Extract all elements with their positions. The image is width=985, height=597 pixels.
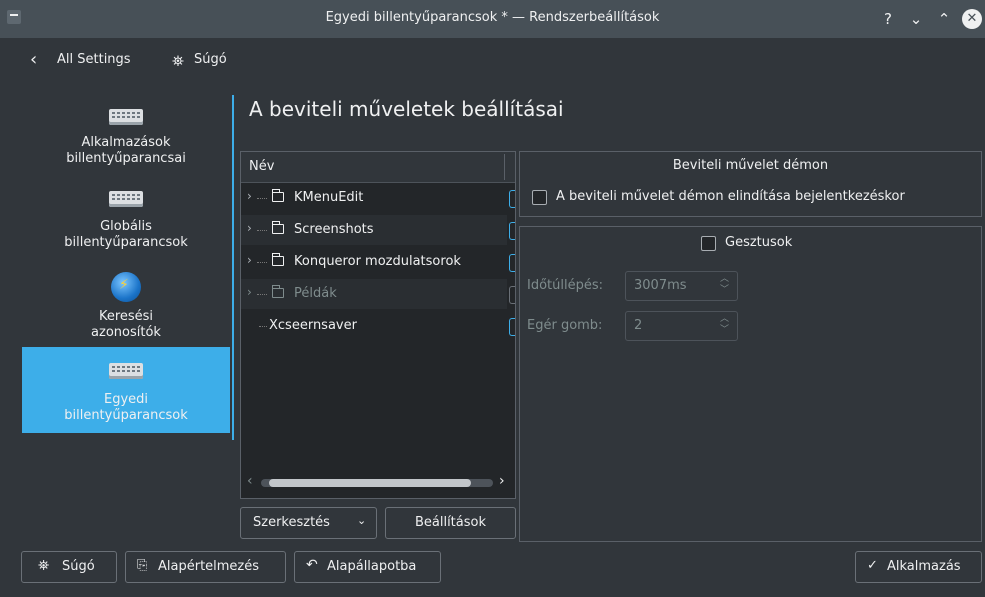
tree-row[interactable]: › KMenuEdit	[241, 183, 507, 213]
sidebar-item-app-shortcuts[interactable]: Alkalmazások billentyűparancsai	[22, 97, 230, 181]
spin-arrows-icon[interactable]: ︿ ﹀	[720, 274, 729, 296]
keyboard-icon	[109, 191, 143, 207]
scroll-right-icon[interactable]: ›	[499, 473, 505, 489]
gestures-group: Gesztusok Időtúllépés: 3007ms ︿ ﹀ Egér go…	[519, 226, 982, 542]
back-label: All Settings	[57, 52, 131, 67]
autostart-label[interactable]: A beviteli művelet démon elindítása beje…	[556, 189, 905, 204]
help-icon[interactable]: ?	[878, 9, 898, 29]
edit-button-label: Szerkesztés	[253, 515, 330, 530]
timeout-spinbox[interactable]: 3007ms ︿ ﹀	[625, 271, 738, 301]
tree-row-label: Példák	[294, 286, 337, 301]
spin-arrows-icon[interactable]: ︿ ﹀	[720, 314, 729, 336]
tree-row-label: KMenuEdit	[294, 190, 364, 205]
close-icon[interactable]: ✕	[962, 9, 982, 29]
sidebar-item-custom-shortcuts[interactable]: Egyedi billentyűparancsok	[22, 347, 230, 433]
row-checkbox[interactable]	[509, 254, 515, 272]
row-checkbox[interactable]	[509, 318, 515, 336]
keyboard-icon	[109, 109, 143, 125]
tree-connector	[257, 294, 267, 295]
settings-button-label: Beállítások	[414, 515, 487, 530]
defaults-button[interactable]: ⎘ Alapértelmezés	[125, 551, 286, 583]
globe-icon	[111, 272, 141, 302]
footer-help-button[interactable]: ⛯ Súgó	[21, 551, 117, 583]
folder-icon	[271, 253, 284, 266]
autostart-checkbox[interactable]	[532, 190, 547, 205]
sidebar-item-global-shortcuts[interactable]: Globális billentyűparancsok	[22, 181, 230, 265]
group-title: Beviteli művelet démon	[672, 158, 829, 173]
undo-icon: ↶	[306, 557, 318, 573]
folder-icon	[271, 285, 284, 298]
chevron-left-icon: ‹	[30, 49, 38, 70]
tree-connector	[257, 262, 267, 263]
minimize-icon[interactable]: ⌄	[906, 9, 926, 29]
timeout-value: 3007ms	[634, 278, 687, 293]
maximize-icon[interactable]: ⌃	[934, 9, 954, 29]
chevron-right-icon[interactable]: ›	[247, 189, 252, 203]
scrollbar-thumb[interactable]	[269, 479, 471, 487]
keyboard-icon	[109, 363, 143, 379]
reset-button[interactable]: ↶ Alapállapotba	[294, 551, 441, 583]
help-button[interactable]: ⛯ Súgó	[172, 50, 242, 72]
folder-icon	[271, 221, 284, 234]
row-checkbox[interactable]	[509, 190, 515, 208]
lifebuoy-icon: ⛯	[38, 558, 50, 574]
chevron-down-icon: ⌄	[357, 514, 367, 527]
title-bar: Egyedi billentyűparancsok * — Rendszerbe…	[0, 0, 985, 38]
tree-connector	[257, 230, 267, 231]
sidebar-item-label: Keresési azonosítók	[91, 309, 161, 340]
row-checkbox[interactable]	[509, 222, 515, 240]
mouse-button-label: Egér gomb:	[527, 318, 603, 333]
apply-label: Alkalmazás	[887, 559, 961, 574]
actions-tree[interactable]: Név › KMenuEdit › Screenshots › Konquero…	[240, 151, 516, 499]
tree-row[interactable]: › Konqueror mozdulatsorok	[241, 247, 507, 277]
scroll-left-icon[interactable]: ‹	[247, 473, 253, 489]
sidebar-divider	[232, 95, 234, 440]
defaults-label: Alapértelmezés	[158, 559, 260, 574]
page-title: A beviteli műveletek beállításai	[249, 97, 564, 121]
tree-row-label: Konqueror mozdulatsorok	[294, 254, 461, 269]
folder-icon	[271, 189, 284, 202]
tree-connector	[259, 326, 267, 327]
tree-row[interactable]: › Példák	[241, 279, 507, 309]
document-defaults-icon: ⎘	[137, 558, 148, 573]
chevron-right-icon[interactable]: ›	[247, 253, 252, 267]
tree-row[interactable]: Xcseernsaver	[241, 311, 507, 341]
input-action-daemon-group: Beviteli művelet démon A beviteli művele…	[519, 151, 982, 217]
help-label: Súgó	[194, 52, 227, 67]
tree-row[interactable]: › Screenshots	[241, 215, 507, 245]
mouse-button-value: 2	[634, 318, 643, 333]
lifebuoy-icon: ⛯	[172, 52, 185, 70]
chevron-right-icon[interactable]: ›	[247, 285, 252, 299]
tree-row-label: Screenshots	[294, 222, 374, 237]
sidebar: Alkalmazások billentyűparancsai Globális…	[22, 97, 230, 433]
window-title: Egyedi billentyűparancsok * — Rendszerbe…	[325, 10, 660, 25]
tree-connector	[257, 198, 267, 199]
settings-button[interactable]: Beállítások	[385, 507, 516, 539]
gestures-checkbox[interactable]	[701, 236, 716, 251]
column-divider	[504, 154, 505, 180]
column-header-name[interactable]: Név	[249, 159, 274, 174]
row-checkbox[interactable]	[509, 286, 515, 304]
checkmark-icon: ✓	[867, 558, 878, 573]
edit-dropdown-button[interactable]: Szerkesztés ⌄	[240, 507, 377, 539]
sidebar-item-label: Alkalmazások billentyűparancsai	[66, 135, 186, 166]
apply-button[interactable]: ✓ Alkalmazás	[855, 551, 982, 583]
timeout-label: Időtúllépés:	[527, 278, 604, 293]
sidebar-item-label: Globális billentyűparancsok	[64, 219, 188, 250]
tree-header[interactable]: Név	[241, 152, 515, 183]
horizontal-scrollbar[interactable]: ‹ ›	[245, 473, 511, 490]
footer-help-label: Súgó	[62, 559, 95, 574]
chevron-right-icon[interactable]: ›	[247, 221, 252, 235]
tree-row-label: Xcseernsaver	[269, 318, 357, 333]
gestures-label[interactable]: Gesztusok	[725, 235, 792, 250]
reset-label: Alapállapotba	[327, 559, 417, 574]
sidebar-item-label: Egyedi billentyűparancsok	[64, 392, 188, 423]
mouse-button-spinbox[interactable]: 2 ︿ ﹀	[625, 311, 738, 341]
sidebar-item-search-keywords[interactable]: Keresési azonosítók	[22, 265, 230, 347]
